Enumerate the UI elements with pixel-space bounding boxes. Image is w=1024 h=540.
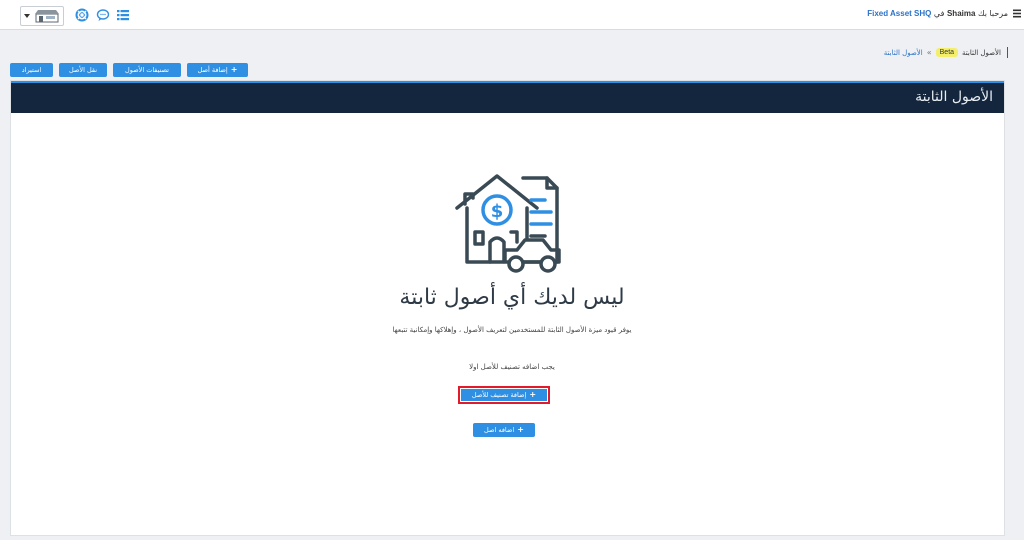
breadcrumb-current: الأصول الثابتة — [962, 48, 1001, 57]
empty-state-title: ليس لديك أي أصول ثابتة — [399, 285, 625, 310]
plus-icon: + — [230, 65, 238, 74]
support-lifebuoy-icon[interactable] — [75, 8, 89, 22]
beta-badge: Beta — [935, 48, 959, 57]
in-word: في — [933, 9, 945, 18]
company-name[interactable]: Fixed Asset SHQ — [867, 9, 931, 18]
top-bar: مرحبا بك Shaima في Fixed Asset SHQ — [0, 0, 1024, 30]
panel-header: الأصول الثابتة — [11, 81, 1004, 113]
breadcrumb-divider — [1007, 47, 1008, 58]
list-icon[interactable] — [116, 8, 130, 22]
store-switcher[interactable] — [20, 6, 64, 26]
store-icon — [35, 10, 59, 23]
plus-icon: + — [517, 425, 524, 434]
add-asset-class-label: إضافة تصنيف للأصل — [471, 391, 527, 399]
house-asset-illustration-icon: $ — [455, 174, 561, 273]
breadcrumb-link-fixed-assets[interactable]: الأصول الثابتة — [884, 49, 923, 57]
empty-state-notice: يجب اضافه تصنيف للأصل اولا — [469, 363, 555, 371]
welcome-prefix: مرحبا بك — [977, 9, 1008, 18]
welcome-text: مرحبا بك Shaima في Fixed Asset SHQ — [867, 9, 1008, 18]
asset-classes-label: تصنيفات الأصول — [125, 66, 169, 74]
asset-classes-button[interactable]: تصنيفات الأصول — [113, 63, 181, 77]
chevron-down-icon — [24, 14, 30, 18]
highlight-frame: إضافة تصنيف للأصل + — [458, 386, 550, 404]
breadcrumb: الأصول الثابتة Beta « الأصول الثابتة — [884, 47, 1008, 58]
import-button[interactable]: استيراد — [10, 63, 53, 77]
user-name: Shaima — [946, 9, 976, 18]
empty-state-description: يوفر قيود ميزة الأصول الثابتة للمستخدمين… — [392, 326, 632, 334]
breadcrumb-separator-icon: « — [926, 48, 932, 57]
add-asset-button[interactable]: اضافه اصل + — [473, 423, 535, 437]
import-label: استيراد — [21, 66, 42, 74]
plus-icon: + — [529, 390, 537, 399]
panel-title: الأصول الثابتة — [915, 89, 993, 105]
add-asset-button-label: اضافه اصل — [484, 426, 515, 434]
svg-text:$: $ — [491, 201, 504, 222]
chat-icon[interactable] — [96, 8, 110, 22]
add-asset-label: إضافة أصل — [197, 66, 228, 74]
transfer-asset-label: نقل الأصل — [68, 66, 98, 74]
add-asset-class-button[interactable]: إضافة تصنيف للأصل + — [461, 389, 547, 401]
add-asset-top-button[interactable]: إضافة أصل + — [187, 63, 248, 77]
transfer-asset-button[interactable]: نقل الأصل — [59, 63, 107, 77]
hamburger-menu-icon[interactable] — [1013, 9, 1021, 18]
